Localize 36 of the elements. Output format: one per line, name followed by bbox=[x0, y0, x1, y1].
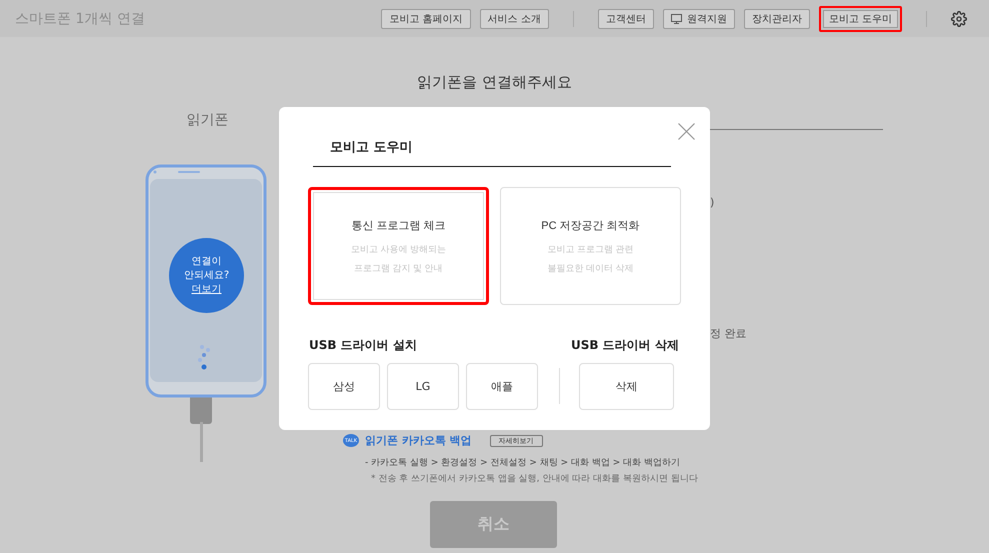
section-title: USB 드라이버 설치 bbox=[309, 337, 417, 354]
backup-steps: - 카카오톡 실행 > 환경설정 > 전체설정 > 채팅 > 대화 백업 > 대화 백업하기 bbox=[365, 456, 883, 469]
help-text: 안되세요? bbox=[184, 268, 230, 282]
nav-button[interactable]: 장치관리자 bbox=[744, 8, 810, 28]
status-text: ) bbox=[710, 196, 716, 209]
section-title: USB 드라이버 삭제 bbox=[571, 337, 679, 354]
nav-button[interactable]: 원격지원 bbox=[662, 8, 735, 28]
status-text: 정 완료 bbox=[710, 326, 748, 341]
monitor-icon bbox=[670, 14, 682, 24]
nav-button[interactable]: 서비스 소개 bbox=[480, 8, 549, 28]
nav-button[interactable]: 모비고 홈페이지 bbox=[381, 8, 471, 28]
driver-button[interactable]: LG bbox=[387, 363, 459, 410]
page-heading: 읽기폰을 연결해주세요 bbox=[417, 73, 572, 92]
driver-button[interactable]: 삭제 bbox=[579, 363, 674, 410]
driver-button[interactable]: 애플 bbox=[466, 363, 538, 410]
close-icon bbox=[678, 123, 695, 140]
more-link[interactable]: 더보기 bbox=[192, 282, 222, 296]
backup-title: 읽기폰 카카오톡 백업 bbox=[365, 433, 472, 448]
option-card[interactable]: 통신 프로그램 체크 모비고 사용에 방해되는 프로그램 감지 및 안내 bbox=[308, 187, 489, 305]
settings-icon[interactable] bbox=[951, 10, 967, 26]
card-description: 모비고 사용에 방해되는 bbox=[350, 242, 446, 256]
backup-note: * 전송 후 쓰기폰에서 카카오톡 앱을 실행, 안내에 따라 대화를 복원하시면 됩니다 bbox=[371, 473, 699, 485]
driver-button[interactable]: 삼성 bbox=[308, 363, 380, 410]
nav-button[interactable]: 모비고 도우미 bbox=[818, 6, 902, 32]
option-card[interactable]: PC 저장공간 최적화 모비고 프로그램 관련 불필요한 데이터 삭제 bbox=[500, 187, 681, 305]
close-button[interactable] bbox=[678, 123, 695, 140]
card-description: 프로그램 감지 및 안내 bbox=[354, 262, 443, 274]
card-title: PC 저장공간 최적화 bbox=[541, 218, 640, 232]
card-title: 통신 프로그램 체크 bbox=[351, 218, 446, 232]
dialog-title: 모비고 도우미 bbox=[330, 139, 413, 156]
nav-button[interactable]: 고객센터 bbox=[598, 8, 654, 28]
help-text: 연결이 bbox=[192, 254, 222, 268]
phone-label: 읽기폰 bbox=[186, 111, 228, 129]
card-description: 모비고 프로그램 관련 bbox=[547, 242, 634, 256]
app-title: 스마트폰 1개씩 연결 bbox=[15, 10, 146, 28]
card-description: 불필요한 데이터 삭제 bbox=[547, 262, 634, 274]
